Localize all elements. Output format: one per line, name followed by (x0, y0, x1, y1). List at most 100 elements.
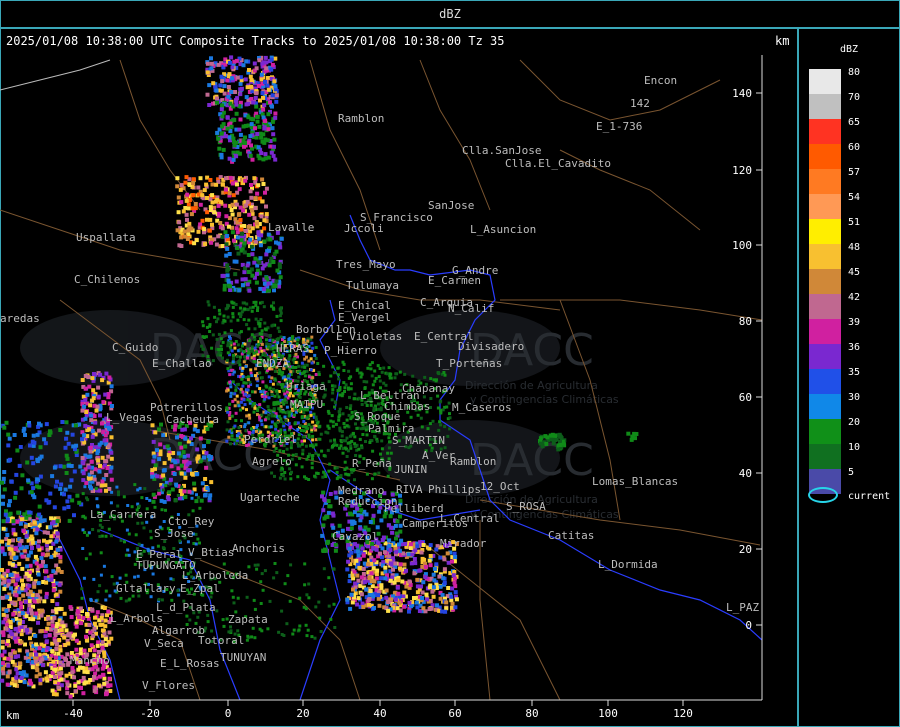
radar-echo-pixel (65, 691, 70, 696)
radar-echo-pixel (264, 395, 268, 399)
place-label: Uspallata (76, 231, 136, 244)
radar-echo-pixel (242, 360, 246, 364)
radar-echo-pixel (62, 492, 66, 497)
radar-echo-pixel (226, 85, 231, 89)
radar-echo-pixel (250, 252, 255, 257)
radar-echo-pixel (31, 617, 36, 622)
radar-echo-pixel (155, 448, 159, 453)
radar-echo-pixel (393, 597, 398, 602)
radar-echo-pixel (228, 402, 232, 406)
radar-echo-pixel (251, 100, 256, 105)
radar-echo-pixel (238, 132, 243, 137)
radar-echo-pixel (258, 243, 263, 248)
radar-echo-pixel (26, 553, 31, 558)
radar-echo-pixel (422, 395, 426, 399)
radar-echo-pixel (226, 367, 230, 371)
radar-echo-pixel (49, 577, 54, 582)
radar-echo-pixel (249, 195, 254, 200)
radar-echo-pixel (0, 678, 5, 683)
radar-echo-pixel (209, 56, 213, 61)
radar-echo-pixel (551, 441, 556, 446)
radar-echo-pixel (263, 137, 268, 142)
place-label: Ugarteche (240, 491, 300, 504)
radar-echo-pixel (104, 598, 108, 602)
radar-echo-pixel (20, 554, 25, 559)
radar-echo-pixel (198, 541, 201, 545)
radar-echo-pixel (322, 454, 326, 458)
radar-echo-pixel (245, 356, 249, 360)
radar-echo-pixel (117, 493, 120, 497)
radar-echo-pixel (40, 657, 45, 662)
radar-echo-pixel (31, 461, 36, 466)
radar-echo-pixel (90, 434, 95, 439)
place-label: Ramblon (338, 112, 384, 125)
radar-echo-pixel (172, 472, 177, 476)
radar-echo-pixel (311, 457, 314, 461)
radar-echo-pixel (15, 574, 20, 579)
radar-echo-pixel (191, 181, 196, 185)
radar-echo-pixel (28, 563, 33, 568)
place-label: Pelliberd (384, 502, 444, 515)
radar-echo-pixel (241, 301, 245, 305)
radar-echo-pixel (260, 342, 264, 346)
radar-echo-pixel (256, 230, 261, 235)
radar-echo-pixel (13, 632, 18, 637)
radar-echo-pixel (38, 589, 43, 594)
radar-echo-pixel (385, 372, 389, 376)
radar-echo-pixel (29, 455, 34, 460)
radar-echo-pixel (86, 375, 91, 379)
radar-echo-pixel (5, 595, 10, 600)
radar-echo-pixel (185, 217, 189, 222)
radar-echo-pixel (263, 119, 268, 123)
radar-echo-pixel (253, 126, 257, 131)
radar-echo-pixel (230, 181, 235, 186)
legend-swatch-60 (809, 144, 841, 169)
radar-echo-pixel (397, 600, 402, 605)
radar-echo-pixel (288, 599, 292, 603)
radar-echo-pixel (243, 307, 247, 311)
radar-echo-pixel (107, 527, 111, 531)
radar-echo-pixel (198, 436, 203, 441)
place-label: S_ROSA (506, 500, 546, 513)
radar-echo-pixel (236, 596, 240, 600)
radar-echo-pixel (403, 372, 407, 376)
radar-echo-pixel (361, 605, 366, 609)
radar-echo-pixel (88, 449, 93, 454)
radar-echo-pixel (83, 485, 87, 489)
radar-echo-pixel (270, 471, 274, 475)
radar-echo-pixel (373, 369, 377, 373)
radar-echo-pixel (219, 74, 224, 79)
radar-echo-pixel (196, 229, 201, 234)
radar-echo-pixel (311, 445, 315, 449)
radar-echo-pixel (353, 581, 358, 586)
radar-echo-pixel (14, 639, 19, 644)
radar-echo-pixel (234, 303, 238, 306)
radar-map[interactable]: DACC DACCDirección de Agriculturay Contin… (0, 0, 900, 727)
radar-echo-pixel (219, 107, 224, 112)
radar-echo-pixel (330, 511, 335, 516)
radar-echo-pixel (248, 153, 253, 158)
radar-echo-pixel (334, 422, 338, 426)
radar-echo-pixel (256, 183, 261, 188)
radar-echo-pixel (383, 565, 388, 570)
radar-echo-pixel (124, 573, 128, 577)
y-tick-label: 0 (745, 619, 752, 632)
radar-echo-pixel (206, 613, 210, 617)
radar-echo-pixel (203, 493, 207, 498)
radar-echo-pixel (234, 419, 238, 422)
radar-echo-pixel (94, 408, 99, 413)
radar-echo-pixel (415, 590, 420, 595)
radar-echo-pixel (428, 554, 433, 558)
radar-echo-pixel (249, 78, 254, 83)
radar-echo-pixel (242, 270, 247, 275)
radar-echo-pixel (226, 94, 231, 99)
radar-echo-pixel (13, 532, 18, 537)
radar-echo-pixel (316, 453, 320, 457)
radar-echo-pixel (226, 420, 230, 424)
radar-echo-pixel (233, 392, 237, 396)
radar-echo-pixel (263, 321, 267, 325)
radar-echo-pixel (118, 576, 122, 580)
legend-label-51: 51 (848, 217, 861, 228)
radar-echo-pixel (81, 616, 86, 621)
radar-echo-pixel (80, 378, 85, 382)
